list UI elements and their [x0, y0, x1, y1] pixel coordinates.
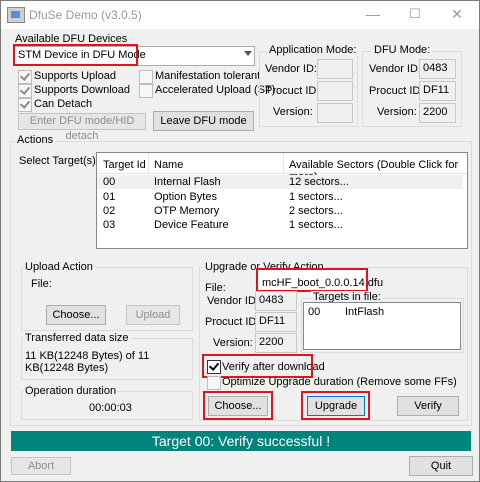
- upgrade-version-label: Version:: [213, 337, 253, 349]
- dfu-vendor-id-label: Vendor ID:: [369, 63, 421, 75]
- column-header-target-id[interactable]: Target Id: [103, 159, 146, 171]
- supports-upload-label: Supports Upload: [34, 70, 116, 82]
- app-product-id-label: Procuct ID:: [265, 85, 320, 97]
- upload-choose-button[interactable]: Choose...: [46, 305, 106, 325]
- row-target-name: Internal Flash: [154, 176, 221, 188]
- upload-button[interactable]: Upload: [126, 305, 180, 325]
- upload-file-label: File:: [31, 278, 52, 290]
- app-product-id-field: [317, 81, 353, 101]
- transferred-value: 11 KB(12248 Bytes) of 11 KB(12248 Bytes): [25, 350, 150, 374]
- row-target-name: Device Feature: [154, 219, 229, 231]
- operation-duration-label: Operation duration: [23, 385, 119, 397]
- dfu-version-field: 2200: [419, 103, 456, 123]
- column-divider: [148, 153, 149, 173]
- highlight-device-select: [13, 44, 138, 66]
- dfu-product-id-field: DF11: [419, 81, 456, 101]
- column-divider: [283, 153, 284, 173]
- row-target-id: 02: [103, 205, 116, 217]
- supports-download-checkbox[interactable]: [18, 84, 32, 98]
- app-icon: [7, 7, 25, 23]
- window-title: DfuSe Demo (v3.0.5): [29, 8, 142, 22]
- dfu-mode-label: DFU Mode:: [372, 44, 433, 56]
- accelerated-upload-label: Accelerated Upload (ST): [155, 84, 276, 96]
- close-button[interactable]: ✕: [437, 3, 477, 25]
- dfu-product-id-label: Procuct ID:: [369, 85, 424, 97]
- row-target-sectors: 2 sectors...: [289, 205, 343, 217]
- accelerated-upload-checkbox[interactable]: [139, 84, 153, 98]
- title-bar: DfuSe Demo (v3.0.5) — ☐ ✕: [1, 1, 479, 29]
- supports-upload-checkbox[interactable]: [18, 70, 32, 84]
- manifestation-tolerant-checkbox[interactable]: [139, 70, 153, 84]
- enter-dfu-button[interactable]: Enter DFU mode/HID detach: [18, 113, 146, 142]
- status-bar: Target 00: Verify successful !: [11, 431, 471, 451]
- highlight-verify-after-download: [202, 354, 313, 378]
- row-target-id: 03: [103, 219, 116, 231]
- optimize-upgrade-checkbox[interactable]: [207, 376, 221, 390]
- abort-button[interactable]: Abort: [11, 457, 71, 475]
- table-row[interactable]: 00 Internal Flash 12 sectors...: [97, 175, 463, 189]
- targets-list-header: Target Id Name Available Sectors (Double…: [97, 153, 467, 183]
- leave-dfu-button[interactable]: Leave DFU mode: [153, 111, 254, 131]
- row-target-sectors: 12 sectors...: [289, 176, 349, 188]
- optimize-upgrade-label: Optimize Upgrade duration (Remove some F…: [222, 376, 457, 388]
- upgrade-product-id-label: Procuct ID:: [205, 316, 260, 328]
- row-target-id: 01: [103, 191, 116, 203]
- quit-button[interactable]: Quit: [409, 456, 473, 476]
- dfu-version-label: Version:: [377, 106, 417, 118]
- can-detach-label: Can Detach: [34, 98, 93, 110]
- upgrade-version-field: 2200: [255, 333, 297, 353]
- targets-in-file-list[interactable]: 00 IntFlash: [303, 302, 461, 350]
- column-header-name[interactable]: Name: [154, 159, 183, 171]
- row-target-id: 00: [103, 176, 116, 188]
- minimize-button[interactable]: —: [353, 3, 393, 25]
- row-target-sectors: 1 sectors...: [289, 191, 343, 203]
- upgrade-file-label: File:: [205, 282, 226, 294]
- upload-action-label: Upload Action: [23, 261, 95, 273]
- upgrade-product-id-field: DF11: [255, 312, 297, 332]
- app-vendor-id-label: Vendor ID:: [265, 63, 317, 75]
- targets-list[interactable]: Target Id Name Available Sectors (Double…: [96, 152, 468, 249]
- verify-button[interactable]: Verify: [397, 396, 459, 416]
- upgrade-vendor-id-label: Vendor ID:: [207, 295, 259, 307]
- table-row[interactable]: 01 Option Bytes 1 sectors...: [97, 190, 463, 204]
- operation-duration-value: 00:00:03: [89, 402, 132, 414]
- dfu-vendor-id-field: 0483: [419, 59, 456, 79]
- can-detach-checkbox[interactable]: [18, 98, 32, 112]
- application-mode-label: Application Mode:: [267, 44, 359, 56]
- dfuse-window: DfuSe Demo (v3.0.5) — ☐ ✕ Available DFU …: [0, 0, 480, 482]
- transferred-label: Transferred data size: [23, 332, 131, 344]
- manifestation-tolerant-label: Manifestation tolerant: [155, 70, 261, 82]
- row-target-name: Option Bytes: [154, 191, 217, 203]
- table-row[interactable]: 03 Device Feature 1 sectors...: [97, 218, 463, 232]
- file-target-id: 00: [308, 306, 321, 318]
- app-vendor-id-field: [317, 59, 353, 79]
- row-target-name: OTP Memory: [154, 205, 220, 217]
- table-row[interactable]: 02 OTP Memory 2 sectors...: [97, 204, 463, 218]
- supports-download-label: Supports Download: [34, 84, 131, 96]
- highlight-upgrade-button: [301, 391, 370, 420]
- actions-label: Actions: [15, 134, 56, 146]
- highlight-file-name: [256, 268, 368, 292]
- app-version-label: Version:: [273, 106, 313, 118]
- file-target-name: IntFlash: [345, 306, 385, 318]
- highlight-choose-button: [203, 391, 273, 420]
- app-version-field: [317, 103, 353, 123]
- select-targets-label: Select Target(s):: [19, 155, 99, 167]
- chevron-down-icon: [244, 51, 252, 56]
- upgrade-vendor-id-field: 0483: [255, 291, 297, 311]
- maximize-button[interactable]: ☐: [395, 3, 435, 25]
- row-target-sectors: 1 sectors...: [289, 219, 343, 231]
